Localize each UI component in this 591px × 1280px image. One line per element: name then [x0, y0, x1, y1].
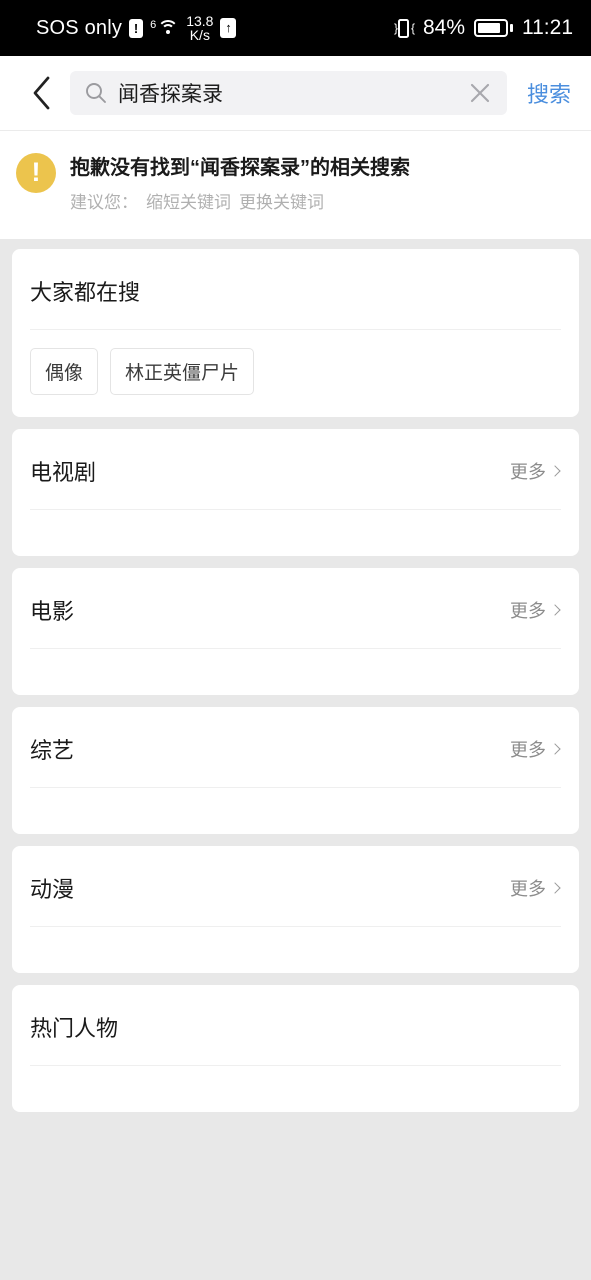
card-body: 偶像 林正英僵尸片: [12, 330, 579, 417]
more-link-variety-shows[interactable]: 更多: [510, 736, 561, 762]
card-tv-series: 电视剧 更多: [12, 429, 579, 556]
status-bar: SOS only ! 6 13.8 K/s ↑ } { 84% 11:21: [0, 0, 591, 56]
chip-keyword[interactable]: 偶像: [30, 348, 99, 395]
search-input[interactable]: 闻香探案录: [118, 78, 451, 108]
more-label: 更多: [510, 879, 546, 899]
chevron-right-icon: [549, 882, 561, 894]
card-title: 电视剧: [30, 460, 97, 485]
card-header: 电视剧 更多: [12, 429, 579, 509]
card-title: 大家都在搜: [30, 280, 141, 305]
more-link-anime[interactable]: 更多: [510, 875, 561, 901]
chevron-right-icon: [549, 743, 561, 755]
clock-label: 11:21: [522, 16, 573, 39]
card-header: 大家都在搜: [12, 249, 579, 329]
card-movies: 电影 更多: [12, 568, 579, 695]
search-box[interactable]: 闻香探案录: [70, 71, 507, 115]
network-speed-unit: K/s: [189, 27, 210, 43]
network-speed-value: 13.8: [186, 12, 214, 29]
search-header: 闻香探案录 搜索: [0, 56, 591, 131]
wifi-signal-glyph: [157, 19, 179, 38]
card-body: [12, 649, 579, 695]
more-link-tv-series[interactable]: 更多: [510, 458, 561, 484]
chevron-right-icon: [549, 604, 561, 616]
vibrate-icon: } {: [394, 18, 415, 38]
no-result-notice: ! 抱歉没有找到“闻香探案录”的相关搜索 建议您： 缩短关键词 更换关键词: [0, 131, 591, 239]
search-submit-button[interactable]: 搜索: [509, 77, 575, 109]
suggestion-label: 建议您：: [70, 193, 138, 212]
chevron-right-icon: [549, 465, 561, 477]
status-bar-left: SOS only ! 6 13.8 K/s ↑: [36, 12, 237, 43]
wifi-icon: 6: [150, 19, 179, 38]
chip-keyword[interactable]: 林正英僵尸片: [110, 348, 255, 395]
card-body: [12, 510, 579, 556]
upload-icon: ↑: [220, 18, 237, 38]
card-header: 电影 更多: [12, 568, 579, 648]
battery-icon: [474, 19, 513, 37]
card-variety-shows: 综艺 更多: [12, 707, 579, 834]
card-title: 电影: [30, 599, 75, 624]
card-body: [12, 1066, 579, 1112]
more-label: 更多: [510, 740, 546, 760]
hot-keyword-chips: 偶像 林正英僵尸片: [30, 348, 561, 395]
card-title: 动漫: [30, 877, 75, 902]
battery-percent-label: 84%: [422, 16, 465, 39]
more-label: 更多: [510, 462, 546, 482]
card-title: 综艺: [30, 738, 75, 763]
card-title: 热门人物: [30, 1016, 119, 1041]
warning-icon: !: [16, 153, 56, 193]
card-body: [12, 788, 579, 834]
no-result-suggestions: 建议您： 缩短关键词 更换关键词: [70, 188, 410, 213]
wifi-generation-label: 6: [150, 18, 157, 31]
clear-search-button[interactable]: [461, 74, 499, 112]
card-popular-people: 热门人物: [12, 985, 579, 1112]
chevron-left-icon: [33, 76, 50, 110]
card-anime: 动漫 更多: [12, 846, 579, 973]
close-icon: [470, 83, 490, 103]
carrier-label: SOS only: [36, 16, 123, 39]
card-body: [12, 927, 579, 973]
more-link-movies[interactable]: 更多: [510, 597, 561, 623]
alert-icon: !: [129, 18, 144, 38]
battery-fill: [478, 23, 500, 33]
notice-body: 抱歉没有找到“闻香探案录”的相关搜索 建议您： 缩短关键词 更换关键词: [70, 151, 410, 213]
suggestion-shorten-keyword[interactable]: 缩短关键词: [146, 188, 231, 213]
no-result-title: 抱歉没有找到“闻香探案录”的相关搜索: [70, 157, 410, 179]
back-button[interactable]: [18, 70, 64, 116]
card-everyone-searching: 大家都在搜 偶像 林正英僵尸片: [12, 249, 579, 417]
suggestion-change-keyword[interactable]: 更换关键词: [239, 188, 324, 213]
warning-icon-glyph: !: [31, 156, 41, 187]
content-scroll-area[interactable]: 大家都在搜 偶像 林正英僵尸片 电视剧 更多 电影 更多 综艺 更多 动漫 更多…: [0, 239, 591, 1112]
network-speed: 13.8 K/s: [186, 12, 214, 43]
card-header: 动漫 更多: [12, 846, 579, 926]
more-label: 更多: [510, 601, 546, 621]
status-bar-right: } { 84% 11:21: [394, 16, 573, 40]
search-icon: [86, 83, 106, 103]
card-header: 综艺 更多: [12, 707, 579, 787]
card-header: 热门人物: [12, 985, 579, 1065]
